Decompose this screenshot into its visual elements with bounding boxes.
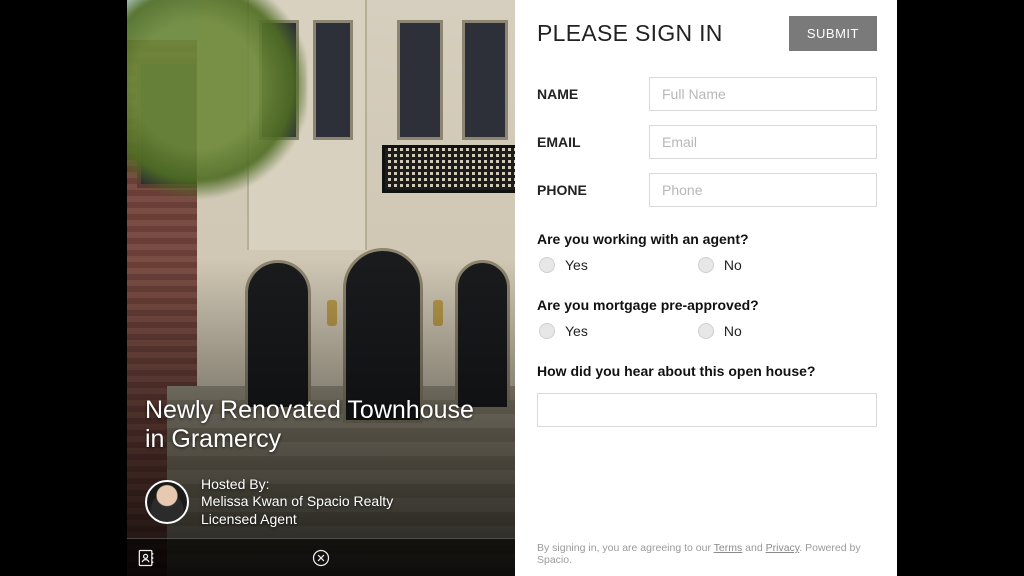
hosted-by-label: Hosted By: bbox=[201, 476, 393, 494]
phone-input[interactable] bbox=[649, 173, 877, 207]
phone-label: PHONE bbox=[537, 182, 649, 198]
host-block: Hosted By: Melissa Kwan of Spacio Realty… bbox=[145, 476, 393, 529]
host-name: Melissa Kwan of Spacio Realty bbox=[201, 493, 393, 511]
bottom-bar bbox=[127, 538, 515, 576]
mortgage-no-option[interactable]: No bbox=[698, 323, 742, 339]
hear-input[interactable] bbox=[537, 393, 877, 427]
privacy-link[interactable]: Privacy bbox=[766, 542, 800, 554]
mortgage-yes-option[interactable]: Yes bbox=[539, 323, 588, 339]
option-label: Yes bbox=[565, 257, 588, 273]
app-window: Newly Renovated Townhouse in Gramercy Ho… bbox=[127, 0, 897, 576]
host-role: Licensed Agent bbox=[201, 511, 393, 529]
name-input[interactable] bbox=[649, 77, 877, 111]
question-mortgage: Are you mortgage pre-approved? bbox=[537, 297, 877, 313]
option-label: No bbox=[724, 323, 742, 339]
submit-button[interactable]: SUBMIT bbox=[789, 16, 877, 51]
page-title: PLEASE SIGN IN bbox=[537, 20, 723, 47]
email-input[interactable] bbox=[649, 125, 877, 159]
question-hear: How did you hear about this open house? bbox=[537, 363, 877, 379]
option-label: No bbox=[724, 257, 742, 273]
name-label: NAME bbox=[537, 86, 649, 102]
email-label: EMAIL bbox=[537, 134, 649, 150]
footer-text: By signing in, you are agreeing to our T… bbox=[537, 542, 877, 566]
listing-panel: Newly Renovated Townhouse in Gramercy Ho… bbox=[127, 0, 515, 576]
agent-no-radio[interactable] bbox=[698, 257, 714, 273]
agent-yes-option[interactable]: Yes bbox=[539, 257, 588, 273]
mortgage-no-radio[interactable] bbox=[698, 323, 714, 339]
host-text: Hosted By: Melissa Kwan of Spacio Realty… bbox=[201, 476, 393, 529]
listing-title: Newly Renovated Townhouse in Gramercy bbox=[145, 396, 497, 454]
avatar bbox=[145, 480, 189, 524]
contacts-icon[interactable] bbox=[127, 539, 165, 576]
terms-link[interactable]: Terms bbox=[714, 542, 743, 554]
agent-no-option[interactable]: No bbox=[698, 257, 742, 273]
signin-panel: PLEASE SIGN IN SUBMIT NAME EMAIL PHONE A… bbox=[515, 0, 897, 576]
close-icon[interactable] bbox=[302, 539, 340, 576]
option-label: Yes bbox=[565, 323, 588, 339]
question-agent: Are you working with an agent? bbox=[537, 231, 877, 247]
agent-yes-radio[interactable] bbox=[539, 257, 555, 273]
mortgage-yes-radio[interactable] bbox=[539, 323, 555, 339]
